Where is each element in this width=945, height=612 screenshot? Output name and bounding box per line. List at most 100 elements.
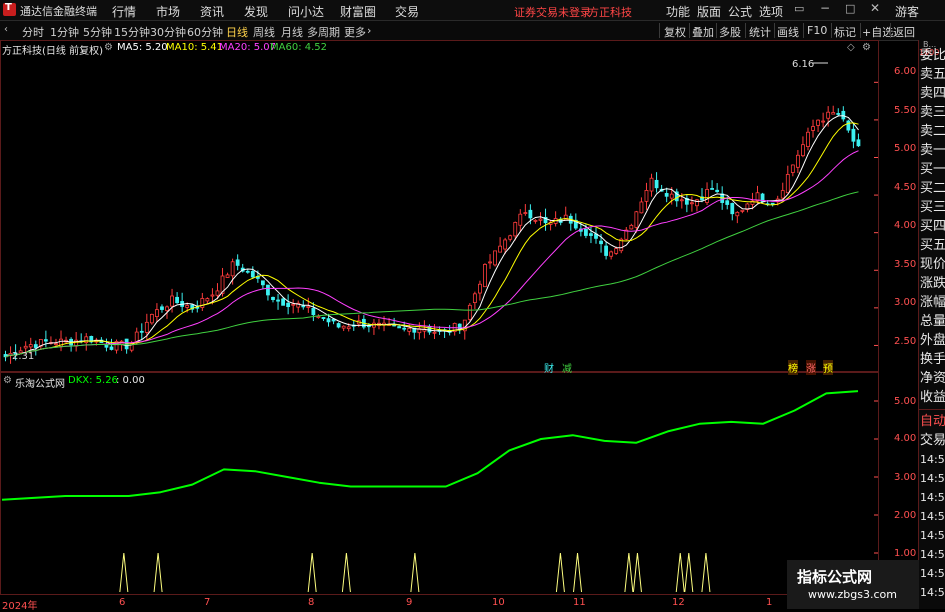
panel-item-change[interactable]: 涨跌 [920, 274, 945, 293]
panel-item-ask2[interactable]: 卖二 [920, 122, 945, 141]
candle-body [836, 113, 841, 115]
event-marker-finance[interactable]: 财 [544, 360, 554, 375]
candle-body [336, 323, 341, 328]
candle-body [160, 306, 164, 310]
candle-body [104, 344, 109, 348]
candle-body [483, 264, 487, 288]
panel-item-change-pct[interactable]: 涨幅 [920, 293, 945, 312]
candle-body [200, 298, 205, 308]
y-tick: 4.50 [894, 182, 917, 193]
signal-spike [573, 552, 583, 593]
sub-y-tick: 1.00 [894, 548, 917, 559]
candle-body [644, 190, 649, 202]
candle-body [816, 119, 820, 126]
panel-item-bid1[interactable]: 买一 [920, 160, 945, 179]
dkx-line [1, 390, 859, 501]
trade-label[interactable]: 交易 [920, 431, 945, 450]
candle-body [175, 296, 180, 304]
panel-item-ask4[interactable]: 卖四 [920, 84, 945, 103]
event-marker-rank[interactable]: 榜 [788, 360, 798, 375]
candle-body [326, 318, 331, 323]
signal-spike [341, 552, 351, 593]
panel-item-outer-volume[interactable]: 外盘 [920, 331, 945, 350]
trade-time: 14:56 [920, 472, 945, 485]
candle-body [826, 111, 831, 119]
sub-y-tick: 4.00 [894, 433, 917, 444]
event-marker-rise[interactable]: 涨 [806, 360, 816, 375]
candle-body [165, 306, 169, 311]
indicator-settings-icon[interactable]: ⚙ [3, 375, 12, 386]
trade-time: 14:56 [920, 453, 945, 466]
candle-body [472, 293, 477, 304]
candle-body [806, 131, 810, 147]
candle-body [407, 327, 412, 332]
panel-item-ask5[interactable]: 卖五 [920, 65, 945, 84]
diamond-icon[interactable]: ◇ [847, 42, 855, 53]
panel-item-volume[interactable]: 总量 [920, 312, 945, 331]
ma10-legend: MA10: 5.41 [166, 42, 224, 53]
panel-item-bid2[interactable]: 买二 [920, 179, 945, 198]
event-marker-reduce[interactable]: 减 [562, 360, 572, 375]
settings-gear-icon[interactable]: ⚙ [104, 42, 113, 53]
panel-item-ask1[interactable]: 卖一 [920, 141, 945, 160]
candle-body [306, 305, 311, 308]
candle-body [205, 298, 210, 302]
x-tick-month: 10 [492, 597, 505, 608]
candle-body [321, 317, 326, 320]
signal-spike [684, 552, 694, 593]
candle-body [493, 250, 497, 266]
panel-item-bid5[interactable]: 买五 [920, 236, 945, 255]
auto-trade-label[interactable]: 自动 [920, 412, 945, 431]
panel-item-current-price[interactable]: 现价 [920, 255, 945, 274]
candle-body [730, 203, 735, 215]
panel-item-bid4[interactable]: 买四 [920, 217, 945, 236]
candle-body [316, 315, 321, 319]
candle-body [851, 128, 856, 142]
y-tick: 4.00 [894, 220, 917, 231]
low-price-label: 2.31 [12, 351, 35, 362]
candle-body [790, 164, 795, 173]
candle-body [528, 209, 533, 219]
sub-y-tick: 2.00 [894, 510, 917, 521]
candle-body [149, 313, 154, 324]
y-tick: 3.50 [894, 259, 917, 270]
candle-body [397, 326, 402, 329]
stock-chart-canvas[interactable] [0, 0, 945, 609]
panel-item-net-assets[interactable]: 净资 [920, 369, 945, 388]
candlestick-series [3, 105, 861, 364]
candle-body [230, 261, 235, 277]
panel-item-ask3[interactable]: 卖三 [920, 103, 945, 122]
indicator-extra-value: : 0.00 [116, 375, 145, 386]
candle-body [124, 338, 129, 350]
candle-body [609, 251, 614, 257]
sub-y-tick: 5.00 [894, 396, 917, 407]
dkx-indicator-line [1, 390, 859, 501]
panel-item-earnings[interactable]: 收益 [920, 388, 945, 407]
candle-body [780, 190, 785, 199]
candle-body [538, 218, 543, 221]
panel-divider [919, 409, 945, 410]
sub-chart-frame [0, 372, 879, 595]
candle-body [523, 212, 528, 215]
settings-icon[interactable]: ⚙ [862, 42, 871, 53]
ma20-line [5, 150, 859, 358]
panel-item-turnover[interactable]: 换手 [920, 350, 945, 369]
candle-body [266, 284, 270, 296]
candle-body [725, 200, 730, 205]
candle-body [634, 211, 639, 228]
panel-item-commission-ratio[interactable]: 委比 [920, 46, 945, 65]
candle-body [43, 339, 48, 342]
candle-body [286, 302, 291, 308]
x-tick-month: 9 [406, 597, 413, 608]
candle-body [679, 199, 684, 202]
candle-body [533, 219, 538, 222]
candle-body [245, 270, 250, 273]
ma20-legend: MA20: 5.07 [219, 42, 277, 53]
event-marker-forecast[interactable]: 预 [823, 360, 833, 375]
candle-body [508, 235, 513, 240]
candle-body [690, 202, 694, 205]
candle-body [23, 345, 28, 349]
candle-body [695, 199, 699, 207]
candle-body [846, 120, 851, 131]
panel-item-bid3[interactable]: 买三 [920, 198, 945, 217]
